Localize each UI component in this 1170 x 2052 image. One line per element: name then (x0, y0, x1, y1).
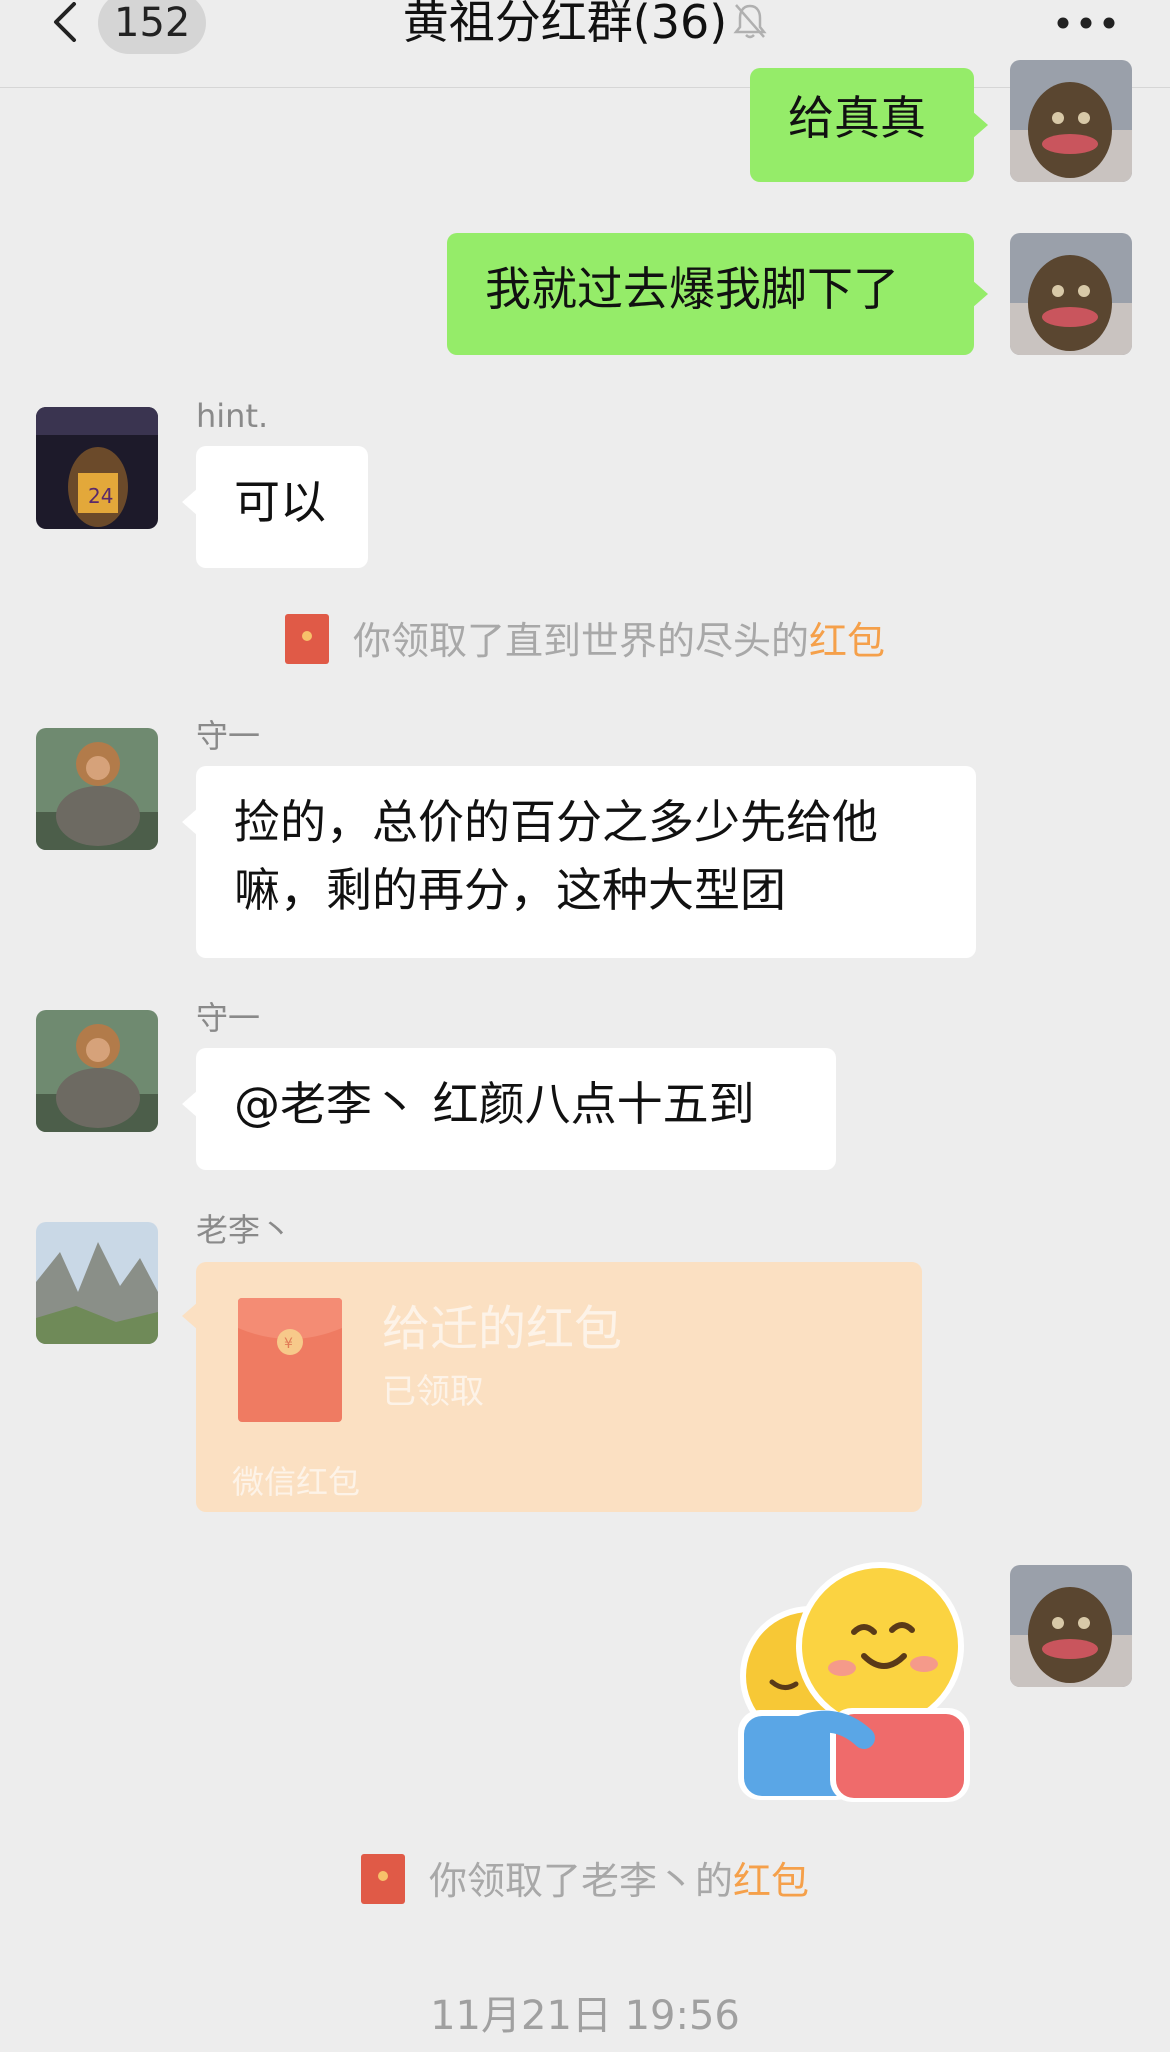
message-text: 我就过去爆我脚下了 (485, 262, 899, 316)
red-packet-icon (284, 614, 329, 664)
my-avatar[interactable] (1010, 60, 1132, 182)
svg-text:24: 24 (88, 484, 113, 508)
my-avatar[interactable] (1010, 233, 1132, 355)
message-bubble-sent[interactable]: 给真真 (750, 68, 988, 182)
sender-avatar-shouyi[interactable] (36, 728, 158, 850)
chat-title-wrap[interactable]: 黄祖分红群(36) (0, 0, 1170, 50)
system-notice: 你领取了老李丶的红包 (0, 1854, 1170, 1906)
notice-text: 你领取了老李丶的 (428, 1859, 733, 1903)
red-packet-status: 已领取 (382, 1372, 484, 1412)
sender-avatar-shouyi[interactable] (36, 1010, 158, 1132)
message-bubble-sent[interactable]: 我就过去爆我脚下了 (447, 233, 988, 355)
sender-avatar-laoli[interactable] (36, 1222, 158, 1344)
message-text: 可以 (234, 475, 326, 529)
my-avatar[interactable] (1010, 1565, 1132, 1687)
red-packet-link[interactable]: 红包 (733, 1859, 809, 1903)
red-packet-footer: 微信红包 (232, 1463, 361, 1501)
mute-bell-icon (733, 4, 767, 39)
message-bubble-received[interactable]: 可以 (182, 446, 368, 568)
chat-title: 黄祖分红群(36) (402, 0, 728, 49)
sender-name: 老李丶 (196, 1211, 293, 1249)
message-text: 给真真 (788, 91, 926, 145)
svg-text:¥: ¥ (284, 1336, 293, 1352)
message-text-line: 嘛，剩的再分，这种大型团 (234, 863, 786, 917)
message-bubble-received[interactable]: @老李丶 红颜八点十五到 (182, 1048, 836, 1170)
sender-avatar-hint[interactable]: 24 (36, 407, 158, 529)
chat-header: 152 黄祖分红群(36) (0, 0, 1170, 88)
message-text-line: 捡的，总价的百分之多少先给他 (234, 795, 878, 849)
message-text: @老李丶 红颜八点十五到 (234, 1077, 755, 1131)
notice-text: 你领取了直到世界的尽头的 (352, 619, 809, 663)
message-bubble-received[interactable]: 捡的，总价的百分之多少先给他 嘛，剩的再分，这种大型团 (182, 766, 976, 958)
sender-name: 守一 (196, 999, 261, 1037)
red-envelope-icon: ¥ (238, 1298, 342, 1422)
system-notice: 你领取了直到世界的尽头的红包 (0, 614, 1170, 666)
sender-name: hint. (196, 397, 269, 435)
sender-name: 守一 (196, 717, 261, 755)
red-packet-link[interactable]: 红包 (809, 619, 885, 663)
red-packet-card[interactable]: ¥ 给迁的红包 已领取 微信红包 (182, 1262, 922, 1512)
red-packet-icon (360, 1854, 405, 1904)
red-packet-title: 给迁的红包 (382, 1301, 623, 1357)
message-timestamp: 11月21日 19:56 (430, 1993, 740, 2039)
more-options-icon[interactable] (1056, 16, 1116, 30)
hug-sticker[interactable] (734, 1560, 974, 1804)
